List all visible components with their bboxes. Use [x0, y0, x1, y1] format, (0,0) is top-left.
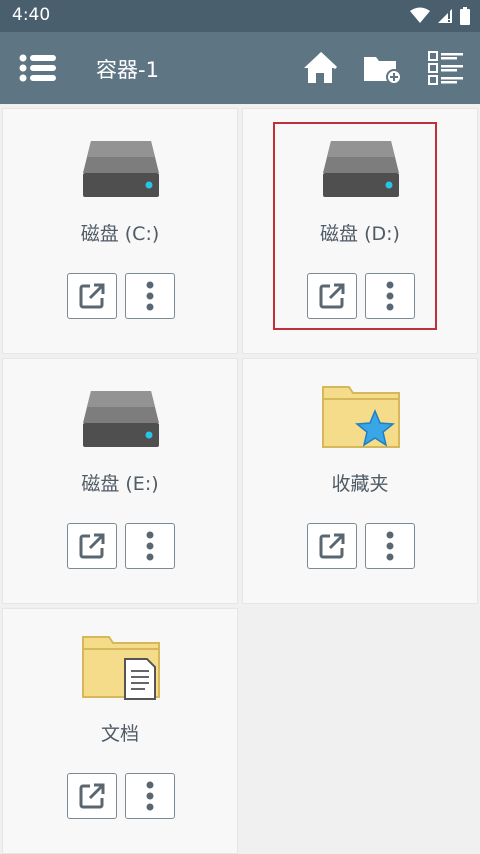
add-folder-icon	[364, 57, 402, 85]
grid-item-drive-e[interactable]: 磁盘 (E:)	[2, 358, 238, 604]
open-external-icon	[319, 283, 345, 309]
view-options-button[interactable]	[426, 48, 466, 88]
item-label: 磁盘 (D:)	[320, 223, 400, 245]
page-title: 容器-1	[96, 58, 159, 82]
open-button[interactable]	[67, 773, 117, 819]
drive-icon	[323, 141, 399, 197]
more-vertical-icon	[146, 281, 154, 311]
more-options-button[interactable]	[125, 523, 175, 569]
grid-item-drive-d[interactable]: 磁盘 (D:)	[242, 108, 478, 354]
open-external-icon	[79, 783, 105, 809]
item-label: 文档	[100, 723, 139, 745]
open-button[interactable]	[307, 523, 357, 569]
battery-icon	[460, 7, 470, 25]
open-button[interactable]	[307, 273, 357, 319]
item-label: 磁盘 (C:)	[80, 223, 160, 245]
status-time: 4:40	[12, 5, 51, 25]
more-options-button[interactable]	[125, 773, 175, 819]
drive-icon	[83, 141, 159, 197]
documents-folder-icon	[82, 636, 160, 700]
open-external-icon	[79, 533, 105, 559]
more-options-button[interactable]	[365, 273, 415, 319]
signal-icon	[438, 9, 452, 23]
menu-button[interactable]	[18, 48, 58, 88]
more-vertical-icon	[146, 531, 154, 561]
status-bar: 4:40	[0, 0, 480, 32]
grid-item-documents[interactable]: 文档	[2, 608, 238, 854]
home-icon	[304, 51, 338, 83]
favorites-folder-icon	[322, 386, 400, 448]
grid-item-favorites[interactable]: 收藏夹	[242, 358, 478, 604]
open-button[interactable]	[67, 523, 117, 569]
more-options-button[interactable]	[365, 523, 415, 569]
home-button[interactable]	[300, 48, 340, 88]
drive-icon	[83, 391, 159, 447]
list-view-icon	[428, 51, 463, 85]
more-vertical-icon	[386, 281, 394, 311]
item-label: 收藏夹	[331, 473, 389, 495]
open-external-icon	[79, 283, 105, 309]
wifi-icon	[410, 7, 430, 23]
grid-item-drive-c[interactable]: 磁盘 (C:)	[2, 108, 238, 354]
item-label: 磁盘 (E:)	[81, 473, 159, 495]
new-folder-button[interactable]	[362, 48, 402, 88]
status-icons	[410, 7, 470, 25]
more-options-button[interactable]	[125, 273, 175, 319]
open-button[interactable]	[67, 273, 117, 319]
app-bar: 容器-1	[0, 32, 480, 104]
more-vertical-icon	[386, 531, 394, 561]
menu-list-icon	[19, 54, 56, 82]
more-vertical-icon	[146, 781, 154, 811]
open-external-icon	[319, 533, 345, 559]
